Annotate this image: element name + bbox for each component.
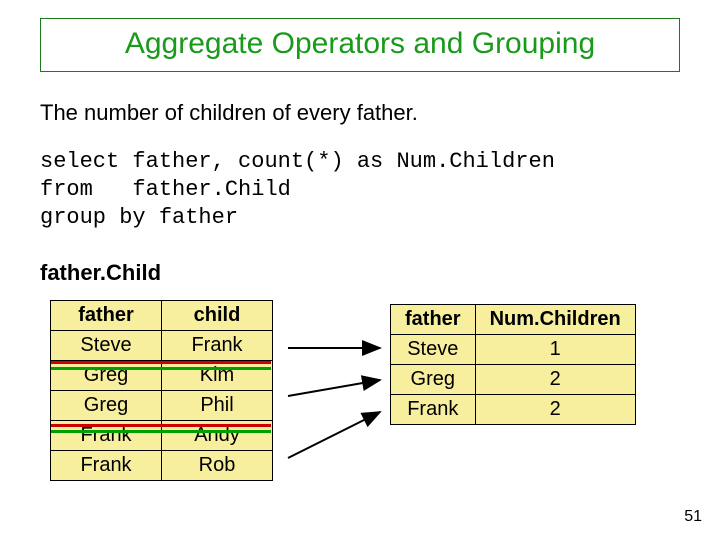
cell: Rob (162, 451, 273, 481)
arrow-line (288, 412, 380, 458)
col-header: father (391, 305, 476, 335)
sql-rest-3: father (159, 205, 238, 230)
left-table: father child Steve Frank Greg Kim Greg P… (50, 300, 273, 481)
group-separator (51, 367, 271, 370)
cell: 2 (475, 365, 635, 395)
cell: Phil (162, 391, 273, 421)
col-header: child (162, 301, 273, 331)
sql-rest-1: father, count(*) as Num.Children (132, 149, 554, 174)
slide-title: Aggregate Operators and Grouping (125, 27, 595, 60)
arrow-line (288, 380, 380, 396)
cell: Frank (391, 395, 476, 425)
cell: Greg (51, 391, 162, 421)
sql-kw-groupby: group by (40, 205, 159, 230)
col-header: father (51, 301, 162, 331)
cell: Frank (51, 451, 162, 481)
table-row: Frank 2 (391, 395, 636, 425)
table-row: Steve 1 (391, 335, 636, 365)
sql-kw-select: select (40, 149, 132, 174)
table-header-row: father child (51, 301, 273, 331)
cell: 2 (475, 395, 635, 425)
group-separator (51, 430, 271, 433)
col-header: Num.Children (475, 305, 635, 335)
sql-block: select father, count(*) as Num.Children … (40, 148, 555, 232)
title-box: Aggregate Operators and Grouping (40, 18, 680, 72)
table-row: Greg Phil (51, 391, 273, 421)
page-number: 51 (684, 508, 702, 526)
table-row: Frank Rob (51, 451, 273, 481)
sql-rest-2: father.Child (132, 177, 290, 202)
slide: Aggregate Operators and Grouping The num… (0, 0, 720, 540)
table-header-row: father Num.Children (391, 305, 636, 335)
left-table-caption: father.Child (40, 260, 161, 286)
table-row: Greg 2 (391, 365, 636, 395)
cell: Steve (391, 335, 476, 365)
right-table: father Num.Children Steve 1 Greg 2 Frank… (390, 304, 636, 425)
table-row: Greg Kim (51, 361, 273, 391)
table-row: Steve Frank (51, 331, 273, 361)
cell: Steve (51, 331, 162, 361)
cell: Kim (162, 361, 273, 391)
slide-subtitle: The number of children of every father. (40, 100, 418, 126)
cell: Frank (162, 331, 273, 361)
group-separator (51, 361, 271, 364)
sql-kw-from: from (40, 177, 132, 202)
cell: Greg (51, 361, 162, 391)
cell: 1 (475, 335, 635, 365)
group-separator (51, 424, 271, 427)
cell: Greg (391, 365, 476, 395)
